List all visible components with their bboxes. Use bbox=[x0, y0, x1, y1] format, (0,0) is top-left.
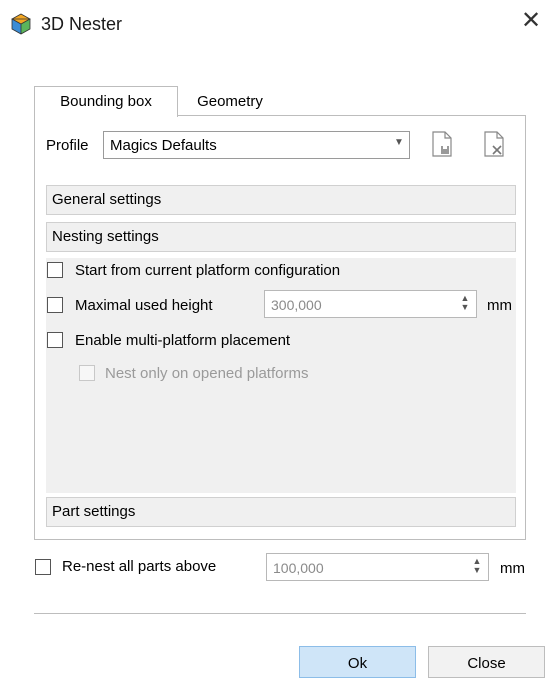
close-button[interactable]: Close bbox=[428, 646, 545, 678]
nest-opened-checkbox[interactable] bbox=[79, 365, 95, 381]
multi-platform-label: Enable multi-platform placement bbox=[75, 332, 291, 349]
start-from-current-checkbox[interactable] bbox=[47, 262, 63, 278]
divider bbox=[34, 613, 526, 614]
section-nesting-settings[interactable]: Nesting settings bbox=[46, 222, 516, 252]
chevron-down-icon: ▼ bbox=[394, 137, 404, 148]
renest-label: Re-nest all parts above bbox=[62, 558, 217, 575]
tab-bounding-box[interactable]: Bounding box bbox=[34, 86, 178, 117]
profile-select-value: Magics Defaults bbox=[110, 137, 217, 154]
save-profile-icon[interactable] bbox=[430, 130, 454, 158]
maximal-height-value: 300,000 bbox=[271, 297, 322, 313]
start-from-current-label: Start from current platform configuratio… bbox=[75, 262, 341, 279]
renest-checkbox[interactable] bbox=[35, 559, 51, 575]
close-icon[interactable]: ✕ bbox=[520, 9, 542, 33]
renest-spin-arrows-icon[interactable]: ▲ ▼ bbox=[471, 557, 483, 575]
profile-label: Profile bbox=[46, 137, 89, 154]
spin-arrows-icon[interactable]: ▲ ▼ bbox=[459, 294, 471, 312]
maximal-height-checkbox[interactable] bbox=[47, 297, 63, 313]
nest-opened-label: Nest only on opened platforms bbox=[105, 365, 309, 382]
section-part-settings[interactable]: Part settings bbox=[46, 497, 516, 527]
renest-unit: mm bbox=[500, 560, 525, 577]
delete-profile-icon[interactable] bbox=[482, 130, 506, 158]
maximal-height-label: Maximal used height bbox=[75, 297, 213, 314]
app-cube-icon bbox=[10, 13, 32, 35]
section-general-settings[interactable]: General settings bbox=[46, 185, 516, 215]
renest-value: 100,000 bbox=[273, 560, 324, 576]
height-unit: mm bbox=[487, 297, 512, 314]
ok-button[interactable]: Ok bbox=[299, 646, 416, 678]
multi-platform-checkbox[interactable] bbox=[47, 332, 63, 348]
window-title: 3D Nester bbox=[41, 14, 123, 34]
